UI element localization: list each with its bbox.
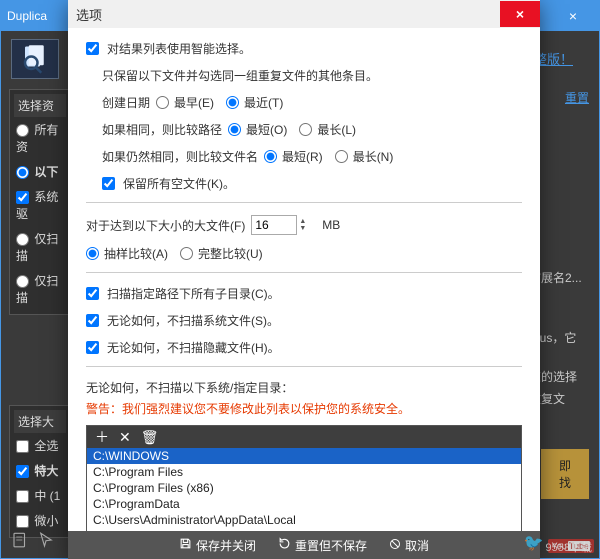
twitter-icon: 🐦 xyxy=(524,533,544,553)
chk-xl[interactable]: 特大 xyxy=(14,458,66,483)
cancel-button[interactable]: 取消 xyxy=(389,537,429,554)
left-sidebar: 选择资 所有资 以下 系统驱 仅扫描 仅扫描 选择大 全选 特大 中 (1 微小 xyxy=(9,89,71,544)
ifsame-name-label: 如果仍然相同，则比较文件名 xyxy=(102,148,258,165)
radio-sample-compare[interactable]: 抽样比较(A) xyxy=(86,245,168,262)
check-sysdrive[interactable]: 系统驱 xyxy=(14,184,66,226)
list-item[interactable]: C:\Program Files (x86) xyxy=(87,480,521,496)
radio-shortest-o[interactable]: 最短(O) xyxy=(228,121,287,138)
radio-shortest-r[interactable]: 最短(R) xyxy=(264,148,323,165)
add-icon[interactable]: ＋ xyxy=(95,427,109,447)
reset-button[interactable]: 重置但不保存 xyxy=(278,537,367,554)
dialog-body: 对结果列表使用智能选择。 只保留以下文件并勾选同一组重复文件的其他条目。 创建日… xyxy=(68,28,540,549)
noscan-hidden-label: 无论如何，不扫描隐藏文件(H)。 xyxy=(107,339,280,356)
trash-icon[interactable]: 🗑 xyxy=(141,429,159,446)
radio-earliest[interactable]: 最早(E) xyxy=(156,94,214,111)
ifsame-path-label: 如果相同，则比较路径 xyxy=(102,121,222,138)
keep-empty-checkbox[interactable] xyxy=(102,177,115,190)
radio-longest-l[interactable]: 最长(L) xyxy=(299,121,356,138)
panel-title-resources: 选择资 xyxy=(14,94,66,117)
radio-all[interactable]: 所有资 xyxy=(14,117,66,159)
separator-3 xyxy=(86,366,522,367)
keep-empty-label: 保留所有空文件(K)。 xyxy=(123,175,235,192)
dialog-titlebar: 选项 × xyxy=(68,0,540,28)
list-item[interactable]: C:\Users\Administrator\AppData\Local xyxy=(87,512,521,528)
mb-label: MB xyxy=(322,218,340,232)
bottom-icon-row xyxy=(11,531,55,552)
chk-xs[interactable]: 微小 xyxy=(14,508,66,533)
save-icon xyxy=(179,537,192,553)
cursor-icon[interactable] xyxy=(37,531,55,552)
separator-2 xyxy=(86,272,522,273)
radio-below[interactable]: 以下 xyxy=(14,159,66,184)
size-input[interactable] xyxy=(251,215,297,235)
spin-down-icon[interactable]: ▼ xyxy=(299,225,306,232)
watermark: 🐦 YouTube 9553下载 xyxy=(524,533,594,553)
radio-longest-n[interactable]: 最长(N) xyxy=(335,148,394,165)
main-close-button[interactable]: × xyxy=(553,4,593,28)
scan-subdir-checkbox[interactable] xyxy=(86,287,99,300)
reach-size-label: 对于达到以下大小的大文件(F) xyxy=(86,217,245,234)
save-button[interactable]: 保存并关闭 xyxy=(179,537,256,554)
radio-full-compare[interactable]: 完整比较(U) xyxy=(180,245,263,262)
create-date-label: 创建日期 xyxy=(102,94,150,111)
main-title: Duplica xyxy=(7,9,47,23)
smart-select-label: 对结果列表使用智能选择。 xyxy=(107,40,251,57)
note-title: 无论如何，不扫描以下系统/指定目录： xyxy=(86,379,522,396)
list-item[interactable]: C:\ProgramData xyxy=(87,496,521,512)
radio-onlyscan1[interactable]: 仅扫描 xyxy=(14,226,66,268)
exclusion-toolbar: ＋ ✕ 🗑 xyxy=(87,426,521,448)
search-icon-box[interactable] xyxy=(11,39,59,79)
list-item[interactable]: C:\Program Files xyxy=(87,464,521,480)
remove-icon[interactable]: ✕ xyxy=(119,429,131,446)
dialog-footer: 保存并关闭 重置但不保存 取消 xyxy=(68,531,540,559)
reset-link[interactable]: 重置 xyxy=(565,89,589,106)
reset-icon xyxy=(278,537,291,553)
doc-icon[interactable] xyxy=(11,531,29,552)
scan-subdir-label: 扫描指定路径下所有子目录(C)。 xyxy=(107,285,280,302)
warning-text: 警告：我们强烈建议您不要修改此列表以保护您的系统安全。 xyxy=(86,400,522,417)
smart-select-checkbox[interactable] xyxy=(86,42,99,55)
keep-only-label: 只保留以下文件并勾选同一组重复文件的其他条目。 xyxy=(102,67,378,84)
noscan-sys-checkbox[interactable] xyxy=(86,314,99,327)
radio-latest[interactable]: 最近(T) xyxy=(226,94,283,111)
action-button[interactable]: 即 找 xyxy=(541,449,589,499)
noscan-sys-label: 无论如何，不扫描系统文件(S)。 xyxy=(107,312,279,329)
cancel-icon xyxy=(389,538,401,553)
spin-up-icon[interactable]: ▲ xyxy=(299,218,306,225)
chk-all[interactable]: 全选 xyxy=(14,433,66,458)
panel-title-size: 选择大 xyxy=(14,410,66,433)
radio-onlyscan2[interactable]: 仅扫描 xyxy=(14,268,66,310)
noscan-hidden-checkbox[interactable] xyxy=(86,341,99,354)
separator xyxy=(86,202,522,203)
chk-m[interactable]: 中 (1 xyxy=(14,483,66,508)
list-item[interactable]: C:\WINDOWS xyxy=(87,448,521,464)
domain-text: 9553下载 xyxy=(546,539,592,555)
document-search-icon xyxy=(20,44,50,74)
dialog-close-button[interactable]: × xyxy=(500,1,540,27)
options-dialog: 选项 × 对结果列表使用智能选择。 只保留以下文件并勾选同一组重复文件的其他条目… xyxy=(68,0,540,559)
dialog-title: 选项 xyxy=(68,5,102,24)
